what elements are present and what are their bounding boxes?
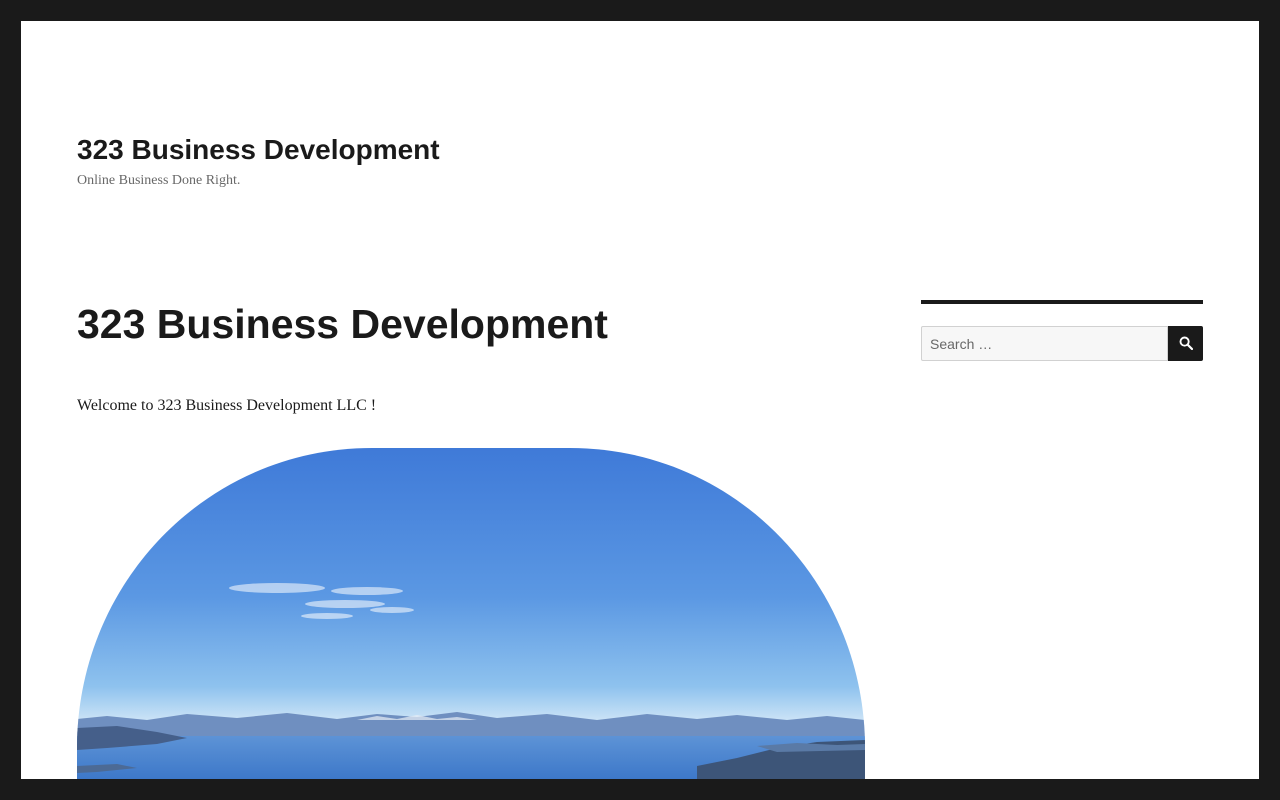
search-button[interactable]: Search: [1168, 326, 1203, 361]
site-title-link[interactable]: 323 Business Development: [77, 133, 440, 167]
search-icon: [1179, 336, 1193, 350]
search-form: Search: [921, 326, 1203, 361]
search-input[interactable]: [921, 326, 1168, 361]
site-tagline: Online Business Done Right.: [77, 173, 241, 188]
widget-divider: [921, 300, 1203, 304]
page-title: 323 Business Development: [77, 301, 608, 347]
page: 323 Business Development Online Business…: [21, 21, 1259, 779]
hero-image: [77, 448, 865, 779]
welcome-text: Welcome to 323 Business Development LLC …: [77, 397, 377, 414]
